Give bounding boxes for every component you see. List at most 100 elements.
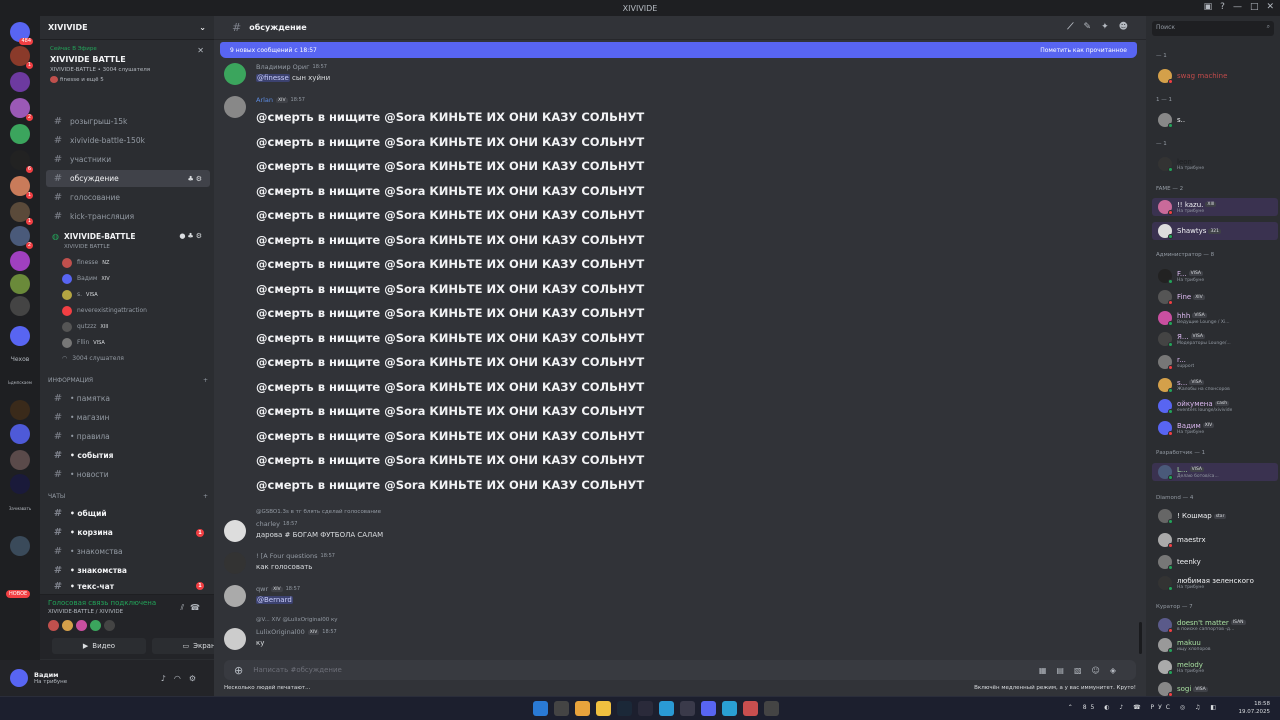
plus-icon[interactable]: ⊕	[234, 664, 243, 677]
avatar[interactable]	[48, 620, 59, 631]
message-author[interactable]: Владимир Ориг	[256, 63, 310, 71]
server-icon[interactable]	[10, 450, 30, 470]
live-event-card[interactable]: Сейчас В Эфире XIVIVIDE BATTLE XIVIVIDE-…	[44, 43, 210, 93]
mute-icon[interactable]: ✎	[1084, 22, 1102, 32]
server-icon[interactable]: 1	[10, 46, 33, 69]
channel-item[interactable]: # розыгрыш-15k	[46, 113, 210, 130]
member-item[interactable]: melody На трибуне	[1152, 658, 1278, 676]
server-icon[interactable]	[10, 251, 30, 271]
message-author[interactable]: LulixOriginal00	[256, 628, 305, 636]
channel-item[interactable]: # • правила	[46, 428, 210, 445]
mention[interactable]: @finesse	[256, 74, 290, 82]
language-indicator[interactable]: РУС	[1151, 704, 1174, 711]
member-item[interactable]: s..	[1152, 111, 1278, 129]
voice-user[interactable]: finesse NZ	[62, 255, 212, 270]
reply-preview[interactable]: @GSBO1.3s в тг блять сделай голосование	[256, 509, 381, 515]
close-icon[interactable]: ✕	[197, 46, 204, 55]
avatar[interactable]	[104, 620, 115, 631]
search-input[interactable]: Поиск ⌕	[1152, 21, 1274, 36]
voice-channel-tools[interactable]: ●♣⚙	[179, 232, 204, 240]
channel-item[interactable]: # • общий	[46, 505, 210, 522]
channel-item[interactable]: # • новости	[46, 466, 210, 483]
server-icon[interactable]: 1	[10, 202, 33, 225]
telegram-icon[interactable]	[722, 701, 737, 716]
app-icon[interactable]	[743, 701, 758, 716]
voice-user[interactable]: qutzzz XIII	[62, 319, 212, 334]
inbox-icon[interactable]: ▣	[1204, 2, 1213, 12]
member-item[interactable]: leon На трибуне	[1152, 155, 1278, 173]
server-folder-label[interactable]: Чехов	[4, 356, 36, 363]
clock[interactable]: 18:58 19.07.2025	[1239, 700, 1271, 716]
member-category[interactable]: Разработчик — 1	[1156, 450, 1205, 456]
server-icon[interactable]	[10, 274, 30, 294]
member-category[interactable]: Администратор — 8	[1156, 252, 1214, 258]
channel-item[interactable]: # • текс-чат 1	[46, 581, 210, 591]
signal-icon[interactable]: ⫽	[180, 603, 190, 612]
server-icon[interactable]: 1	[10, 176, 33, 199]
avatar[interactable]	[224, 552, 246, 574]
gift-icon[interactable]: ▦	[1039, 666, 1057, 675]
message-author[interactable]: qwr	[256, 585, 268, 593]
help-icon[interactable]: ?	[1220, 2, 1225, 12]
member-item[interactable]: Shawtys 321	[1152, 222, 1278, 240]
member-category[interactable]: Куратор — 7	[1156, 604, 1193, 610]
app-icon[interactable]	[764, 701, 779, 716]
server-folder-label[interactable]: Ьдмпскаем	[4, 380, 36, 385]
member-category[interactable]: 1 — 1	[1156, 97, 1172, 103]
channel-item[interactable]: # участники	[46, 151, 210, 168]
member-item[interactable]: ойкумена cash eventers lounge/xivivide	[1152, 397, 1278, 415]
member-category[interactable]: Diamond — 4	[1156, 495, 1193, 501]
server-icon[interactable]	[10, 124, 30, 144]
mention[interactable]: @Bernard	[256, 596, 293, 604]
channel-item[interactable]: # • события	[46, 447, 210, 464]
member-item[interactable]: makuu ищу хлопоров	[1152, 636, 1278, 654]
app-icon[interactable]	[659, 701, 674, 716]
channel-item[interactable]: # • магазин	[46, 409, 210, 426]
server-folder-label[interactable]: Зачмавать	[4, 506, 36, 511]
message-author[interactable]: ! [A Four questions	[256, 552, 318, 560]
message-composer[interactable]: ⊕ Написать #обсуждение ▦▤▧☺◈	[224, 660, 1136, 680]
threads-icon[interactable]: ⟋	[1067, 22, 1083, 32]
folder-icon[interactable]	[596, 701, 611, 716]
member-item[interactable]: swag machine	[1152, 67, 1278, 85]
avatar[interactable]	[224, 520, 246, 542]
member-item[interactable]: r... support	[1152, 353, 1278, 371]
server-icon[interactable]	[10, 474, 30, 494]
composer-placeholder[interactable]: Написать #обсуждение	[253, 666, 342, 674]
channel-item[interactable]: # голосование	[46, 189, 210, 206]
server-icon[interactable]: 6	[10, 150, 33, 173]
search-icon[interactable]	[554, 701, 569, 716]
server-icon[interactable]	[10, 400, 30, 420]
avatar[interactable]	[224, 628, 246, 650]
avatar[interactable]	[10, 669, 28, 687]
channel-item[interactable]: # kick-трансляция	[46, 208, 210, 225]
apps-icon[interactable]: ◈	[1110, 666, 1126, 675]
mark-read-button[interactable]: Пометить как прочитанное	[1040, 47, 1127, 54]
start-icon[interactable]	[533, 701, 548, 716]
voice-user[interactable]: neverexistingattraction	[62, 303, 212, 318]
plus-icon[interactable]: +	[203, 377, 208, 384]
mic-icon[interactable]: ♪	[161, 674, 174, 683]
plus-icon[interactable]: +	[203, 493, 208, 500]
member-item[interactable]: !! kazu. XIII На трибуне	[1152, 198, 1278, 216]
message-author[interactable]: charley	[256, 520, 280, 528]
avatar[interactable]	[76, 620, 87, 631]
member-item[interactable]: hhh VISA Ведущие Lounge / Xi...	[1152, 309, 1278, 327]
sticker-icon[interactable]: ▧	[1074, 666, 1092, 675]
avatar[interactable]	[224, 96, 246, 118]
new-badge[interactable]: НОВОЕ	[6, 590, 31, 598]
message-author[interactable]: Arlan	[256, 96, 273, 104]
minimize-button[interactable]: —	[1233, 2, 1242, 12]
pin-icon[interactable]: ✦	[1101, 22, 1119, 32]
server-icon[interactable]: 2	[10, 98, 33, 121]
avatar[interactable]	[62, 620, 73, 631]
channel-item[interactable]: # • знакомства	[46, 562, 210, 579]
voice-user[interactable]: Fllin VISA	[62, 335, 212, 350]
channel-item[interactable]: # • памятка	[46, 390, 210, 407]
emoji-icon[interactable]: ☺	[1092, 666, 1110, 675]
channel-item[interactable]: # • знакомства	[46, 543, 210, 560]
new-messages-bar[interactable]: 9 новых сообщений с 18:57 Пометить как п…	[220, 42, 1137, 58]
server-icon[interactable]	[10, 536, 30, 556]
member-item[interactable]: Я... VISA Модераторы Lounge/...	[1152, 330, 1278, 348]
members-icon[interactable]: ☻	[1119, 22, 1138, 32]
